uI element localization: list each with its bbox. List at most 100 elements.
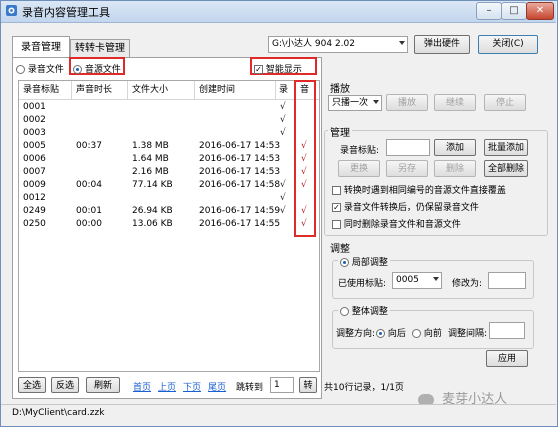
table-row[interactable]: 0250 00:00 13.06 KB 2016-06-17 14:55 √: [19, 218, 319, 231]
play-mode-value: 只播一次: [332, 98, 369, 108]
whole-adjust-radio[interactable]: 整体调整: [338, 304, 390, 317]
cell-tag: 0005: [23, 141, 46, 151]
backward-radio[interactable]: 向后: [376, 326, 406, 339]
radio-icon: [412, 329, 421, 338]
first-page-link[interactable]: 首页: [133, 380, 151, 393]
smart-display-checkbox[interactable]: ✓ 智能显示: [254, 62, 302, 75]
keep-record-checkbox[interactable]: ✓ 录音文件转换后，仍保留录音文件: [332, 200, 479, 213]
radio-selected-icon: [376, 329, 385, 338]
table-row[interactable]: 0005 00:37 1.38 MB 2016-06-17 14:53 √: [19, 140, 319, 153]
window-title: 录音内容管理工具: [22, 6, 110, 19]
local-adjust-label: 局部调整: [351, 258, 388, 268]
cell-time: 2016-06-17 14:55: [199, 219, 281, 229]
modify-to-input[interactable]: [488, 272, 526, 289]
table-row[interactable]: 0002 √: [19, 114, 319, 127]
tag-input[interactable]: [386, 139, 430, 156]
column-separator: [275, 81, 276, 99]
close-window-button[interactable]: ✕: [526, 2, 554, 20]
minimize-button[interactable]: –: [476, 2, 502, 20]
cell-tag: 0012: [23, 193, 46, 203]
table-row[interactable]: 0009 00:04 77.14 KB 2016-06-17 14:58 √ √: [19, 179, 319, 192]
last-page-link[interactable]: 尾页: [208, 380, 226, 393]
next-page-link[interactable]: 下页: [183, 380, 201, 393]
keep-record-label: 录音文件转换后，仍保留录音文件: [343, 203, 479, 213]
column-separator: [194, 81, 195, 99]
direction-label: 调整方向:: [336, 329, 376, 339]
stop-button[interactable]: 停止: [484, 94, 526, 111]
cell-rec: √: [280, 193, 286, 203]
cell-duration: 00:04: [76, 180, 102, 190]
checkbox-icon: [332, 220, 341, 229]
close-button[interactable]: 关闭(C): [478, 35, 538, 54]
checkbox-checked-icon: ✓: [332, 203, 341, 212]
cell-rec: √: [280, 128, 286, 138]
add-button[interactable]: 添加: [434, 139, 476, 156]
cell-rec: √: [280, 180, 286, 190]
record-file-radio[interactable]: 录音文件: [16, 62, 64, 75]
continue-button[interactable]: 继续: [434, 94, 476, 111]
local-adjust-radio[interactable]: 局部调整: [338, 255, 390, 268]
go-page-button[interactable]: 转: [299, 377, 317, 393]
refresh-button[interactable]: 刷新: [86, 377, 120, 393]
maximize-button[interactable]: □: [501, 2, 527, 20]
column-separator: [127, 81, 128, 99]
used-tag-value: 0005: [396, 275, 419, 285]
table-row[interactable]: 0001 √: [19, 101, 319, 114]
cell-size: 26.94 KB: [132, 206, 173, 216]
col-header-rec[interactable]: 录: [279, 81, 288, 99]
table-row[interactable]: 0003 √: [19, 127, 319, 140]
col-header-size[interactable]: 文件大小: [132, 81, 168, 99]
minimize-icon: –: [486, 5, 492, 16]
apply-button[interactable]: 应用: [486, 350, 528, 367]
radio-selected-icon: [73, 65, 82, 74]
whole-adjust-label: 整体调整: [351, 307, 388, 317]
cell-duration: 00:37: [76, 141, 102, 151]
batch-add-button[interactable]: 批量添加: [484, 139, 528, 156]
cell-tag: 0002: [23, 115, 46, 125]
cell-tag: 0003: [23, 128, 46, 138]
table-row[interactable]: 0012 √: [19, 192, 319, 205]
overwrite-checkbox[interactable]: 转换时遇到相同编号的音源文件直接覆盖: [332, 183, 506, 196]
col-header-duration[interactable]: 声音时长: [76, 81, 112, 99]
table-row[interactable]: 0249 00:01 26.94 KB 2016-06-17 14:59 √ √: [19, 205, 319, 218]
table-row[interactable]: 0007 2.16 MB 2016-06-17 14:53 √: [19, 166, 319, 179]
play-button[interactable]: 播放: [386, 94, 428, 111]
tab-record-manage[interactable]: 录音管理: [12, 36, 70, 58]
tab-card-manage[interactable]: 转转卡管理: [70, 39, 130, 58]
play-mode-select[interactable]: 只播一次: [328, 95, 382, 111]
replace-button[interactable]: 更换: [338, 160, 380, 177]
used-tag-select[interactable]: 0005: [392, 272, 442, 289]
delete-both-checkbox[interactable]: 同时删除录音文件和音源文件: [332, 217, 461, 230]
invert-selection-button[interactable]: 反选: [51, 377, 79, 393]
cell-tag: 0007: [23, 167, 46, 177]
table-row[interactable]: 0006 1.64 MB 2016-06-17 14:53 √: [19, 153, 319, 166]
table-header: [19, 81, 319, 100]
save-as-button[interactable]: 另存: [386, 160, 428, 177]
forward-radio[interactable]: 向前: [412, 326, 442, 339]
record-summary: 共10行记录，1/1页: [324, 383, 404, 393]
col-header-time[interactable]: 创建时间: [199, 81, 235, 99]
eject-button[interactable]: 弹出硬件: [414, 35, 470, 54]
cell-duration: 00:01: [76, 206, 102, 216]
device-select-value: G:\小达人 904 2.02: [272, 39, 355, 49]
cell-rec: √: [280, 115, 286, 125]
interval-input[interactable]: [489, 322, 525, 339]
record-file-label: 录音文件: [27, 65, 64, 75]
cell-rec: √: [280, 206, 286, 216]
cell-tag: 0250: [23, 219, 46, 229]
manage-group-label: 管理: [328, 124, 352, 139]
prev-page-link[interactable]: 上页: [158, 380, 176, 393]
radio-selected-icon: [340, 258, 349, 267]
source-file-radio[interactable]: 音源文件: [73, 62, 121, 75]
delete-button[interactable]: 删除: [434, 160, 476, 177]
page-number-input[interactable]: 1: [270, 377, 294, 393]
col-header-tag[interactable]: 录音标贴: [23, 81, 59, 99]
select-all-button[interactable]: 全选: [18, 377, 46, 393]
jump-label: 跳转到: [236, 383, 264, 393]
modify-to-label: 修改为:: [452, 279, 483, 289]
delete-all-button[interactable]: 全部删除: [484, 160, 528, 177]
checkbox-icon: [332, 186, 341, 195]
device-select[interactable]: G:\小达人 904 2.02: [268, 36, 408, 53]
cell-tag: 0009: [23, 180, 46, 190]
delete-both-label: 同时删除录音文件和音源文件: [343, 220, 461, 230]
